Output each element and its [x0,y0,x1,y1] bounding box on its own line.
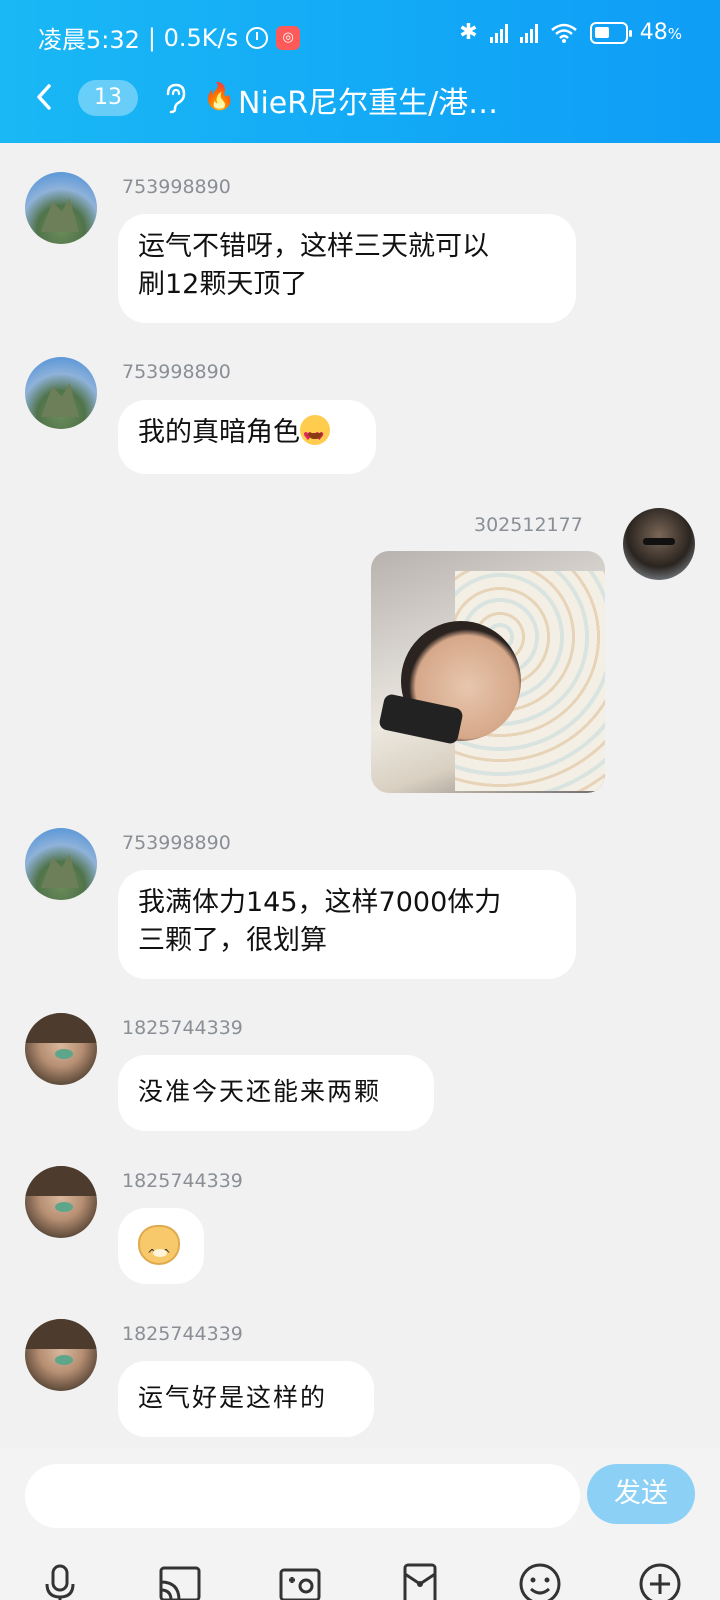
message-text-line: 三颗了，很划算 [138,925,327,956]
sender-name: 1825744339 [122,1323,243,1345]
sender-name: 1825744339 [122,1170,243,1192]
doge-icon [138,1225,180,1273]
chat-nav-bar: 13 🔥 NieR尼尔重生/港… [0,70,720,126]
sticker-bubble[interactable] [118,1208,204,1284]
microphone-icon[interactable] [36,1560,84,1600]
battery-level: 48% [639,20,682,45]
sender-name: 1825744339 [122,1017,243,1039]
bluetooth-icon: ✱ [459,20,478,45]
avatar[interactable] [25,1319,97,1391]
status-right: ✱ 48% [459,20,682,45]
message-text-line: 我满体力145，这样7000体力 [138,887,502,918]
avatar[interactable] [25,828,97,900]
signal-icon-2 [519,23,538,43]
earpiece-mode-icon[interactable] [160,82,188,114]
screen-cast-icon[interactable] [156,1560,204,1600]
back-icon[interactable] [30,82,60,112]
emoji-icon[interactable] [516,1560,564,1600]
message-bubble[interactable]: 运气不错呀，这样三天就可以 刷12颗天顶了 [118,214,576,323]
image-message[interactable] [371,551,605,793]
avatar[interactable] [25,357,97,429]
avatar[interactable] [623,508,695,580]
app-header: 凌晨5:32 | 0.5K/s ◎ ✱ 48% 13 🔥 NieR尼尔重生/港… [0,0,720,143]
red-packet-icon[interactable] [396,1560,444,1600]
camera-icon[interactable] [276,1560,324,1600]
status-left: 凌晨5:32 | 0.5K/s ◎ [38,20,301,55]
message-text-line: 运气不错呀，这样三天就可以 [138,231,489,262]
avatar[interactable] [25,1013,97,1085]
message-text: 我的真暗角色 [138,417,300,448]
message-bubble[interactable]: 运气好是这样的 [118,1361,374,1437]
message-text: 没准今天还能来两颗 [138,1077,382,1106]
message-input[interactable] [25,1464,580,1528]
unread-count-badge[interactable]: 13 [78,80,138,116]
input-area: 发送 [0,1448,720,1600]
status-time: 凌晨5:32 [38,26,140,54]
status-bar: 凌晨5:32 | 0.5K/s ◎ ✱ 48% [0,14,720,54]
chat-title[interactable]: NieR尼尔重生/港… [238,78,498,122]
status-net-speed: | 0.5K/s [147,23,239,52]
wifi-icon [550,23,577,43]
sender-name: 753998890 [122,361,231,383]
sender-name: 753998890 [122,176,231,198]
message-text: 运气好是这样的 [138,1383,328,1412]
sender-name: 753998890 [122,832,231,854]
avatar[interactable] [25,172,97,244]
avatar[interactable] [25,1166,97,1238]
send-button[interactable]: 发送 [587,1464,695,1524]
signal-icon [489,23,508,43]
sender-name: 302512177 [474,514,583,536]
heart-eyes-emoji-icon [300,415,330,456]
battery-icon [589,21,632,44]
message-text-line: 刷12颗天顶了 [138,269,308,300]
message-bubble[interactable]: 我的真暗角色 [118,400,376,474]
app-notification-icon: ◎ [276,25,301,50]
message-bubble[interactable]: 没准今天还能来两颗 [118,1055,434,1131]
fire-icon: 🔥 [203,82,236,112]
alarm-icon [246,26,269,49]
message-bubble[interactable]: 我满体力145，这样7000体力 三颗了，很划算 [118,870,576,979]
plus-icon[interactable] [636,1560,684,1600]
